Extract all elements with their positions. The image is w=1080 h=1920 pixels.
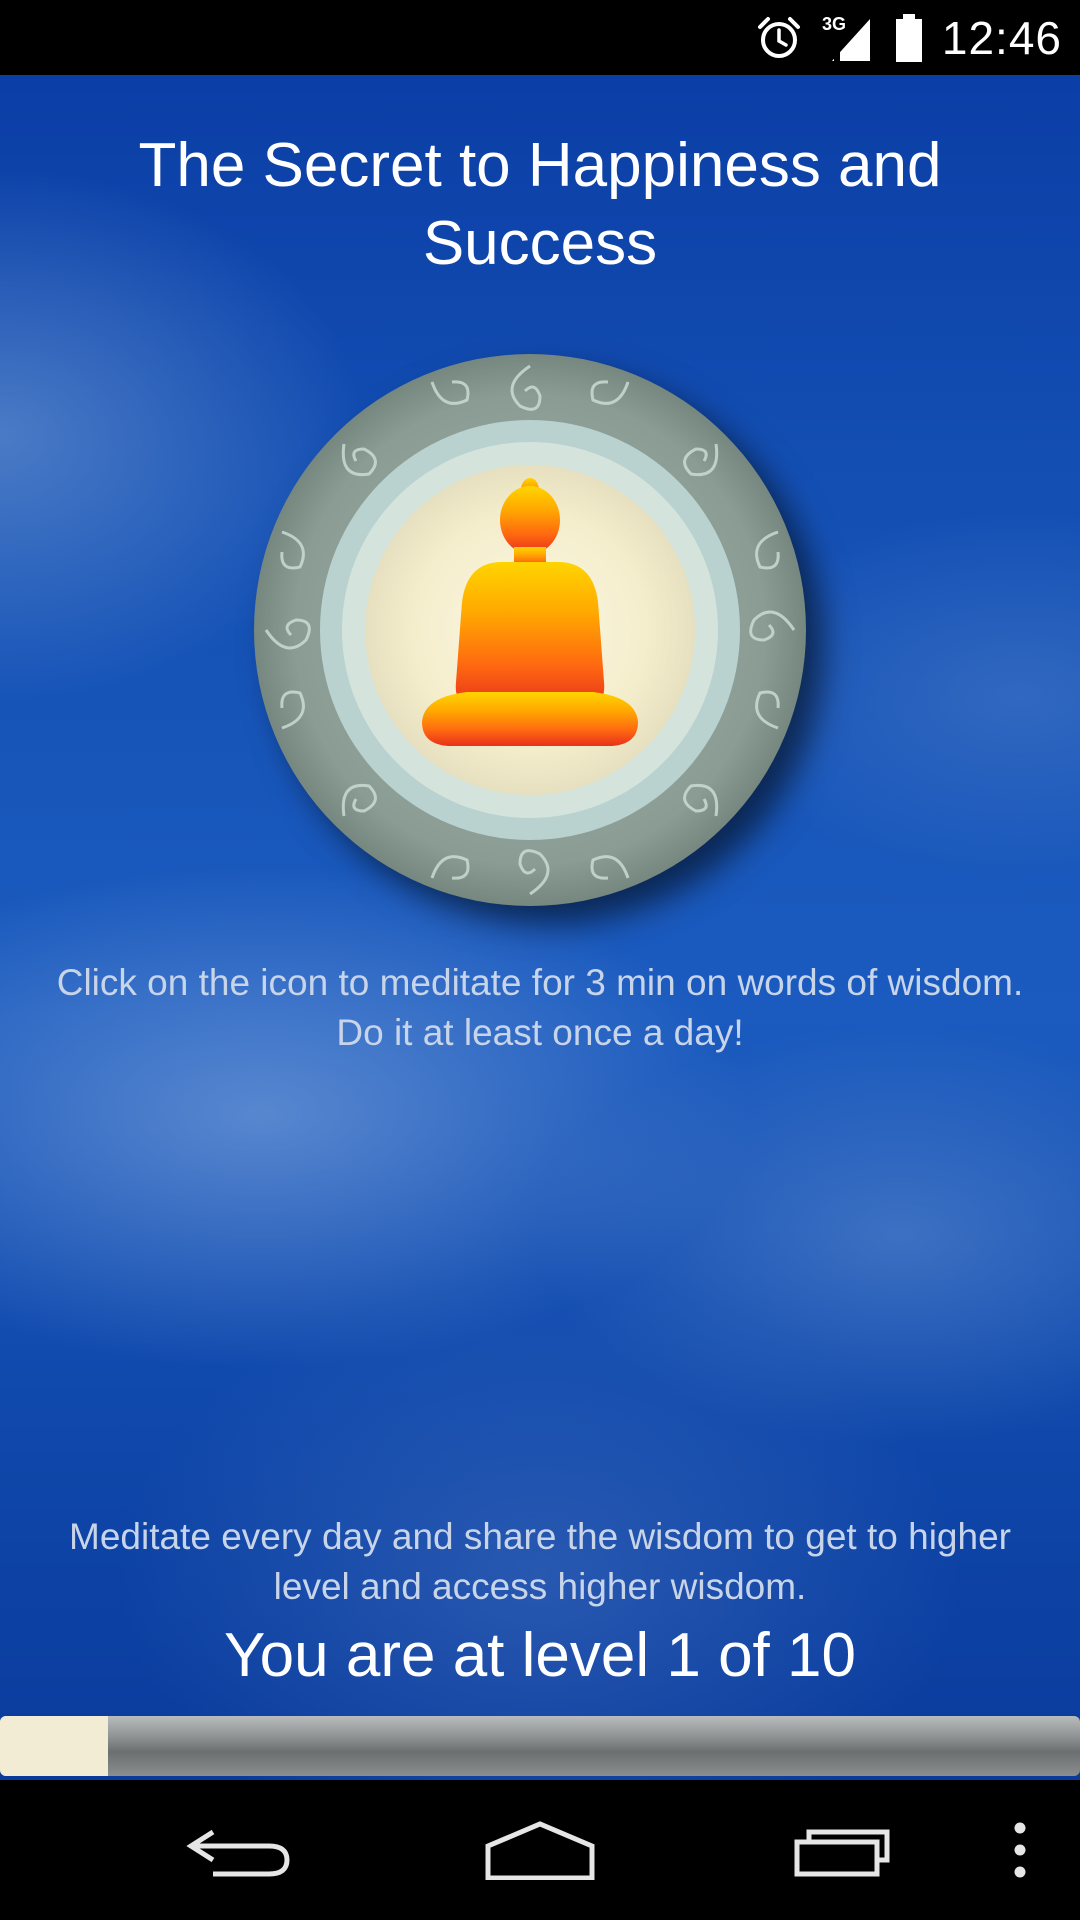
battery-icon [894, 13, 924, 63]
back-icon [186, 1829, 290, 1877]
signal-icon: 3G [820, 13, 876, 63]
main-content: The Secret to Happiness and Success Clic… [0, 75, 1080, 1780]
recents-button[interactable] [775, 1780, 915, 1920]
back-button[interactable] [170, 1780, 310, 1920]
status-bar: 3G 12:46 [0, 0, 1080, 75]
level-progress-fill [0, 1716, 108, 1776]
overflow-menu-button[interactable] [985, 1780, 1055, 1920]
home-button[interactable] [470, 1780, 610, 1920]
instruction-text: Click on the icon to meditate for 3 min … [56, 962, 1024, 1053]
level-progress-bar [0, 1716, 1080, 1776]
network-type-label: 3G [822, 14, 846, 34]
navigation-bar [0, 1780, 1080, 1920]
alarm-icon [756, 15, 802, 61]
level-label: You are at level 1 of 10 [224, 1621, 856, 1690]
clock-time: 12:46 [941, 11, 1062, 64]
recents-icon [794, 1829, 890, 1877]
meditating-buddha-icon[interactable] [252, 352, 808, 908]
screen: 3G 12:46 The Secret to Happiness and Suc… [0, 0, 1080, 1920]
home-icon [485, 1821, 595, 1880]
page-title: The Secret to Happiness and Success [138, 131, 942, 278]
status-icons: 3G 12:46 [756, 0, 1062, 75]
overflow-menu-icon [1014, 1822, 1026, 1878]
levels-info-text: Meditate every day and share the wisdom … [69, 1516, 1011, 1607]
